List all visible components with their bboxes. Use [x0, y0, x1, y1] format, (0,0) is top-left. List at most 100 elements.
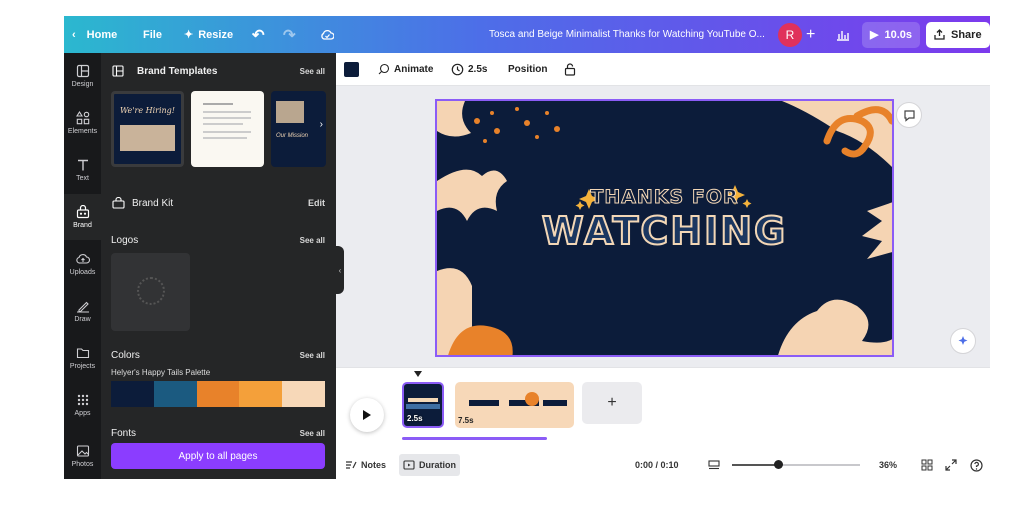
logos-see-all[interactable]: See all [300, 236, 325, 245]
animate-button[interactable]: Animate [377, 53, 433, 86]
cloud-saved-icon[interactable] [320, 16, 334, 53]
color-swatch[interactable] [282, 381, 325, 407]
grid-view-icon[interactable] [921, 454, 933, 476]
rail-uploads[interactable]: Uploads [64, 241, 101, 287]
zoom-percentage[interactable]: 36% [879, 454, 897, 476]
thumb-block [469, 400, 499, 406]
present-button[interactable]: ▶ 10.0s [862, 16, 920, 53]
templates-see-all[interactable]: See all [300, 67, 325, 76]
template-photo [276, 101, 304, 123]
thumb-block [543, 400, 567, 406]
page-2-duration: 7.5s [458, 416, 474, 425]
current-color [344, 62, 359, 77]
apps-grid-icon [77, 394, 88, 406]
zoom-slider-knob[interactable] [774, 460, 784, 469]
document-title[interactable]: Tosca and Beige Minimalist Thanks for Wa… [489, 16, 765, 53]
home-label: Home [86, 28, 118, 41]
play-button[interactable] [350, 398, 384, 432]
text-icon [77, 159, 88, 171]
play-icon [363, 410, 371, 420]
resize-button[interactable]: ✦ Resize [184, 16, 233, 53]
color-swatch[interactable] [196, 381, 240, 407]
file-label: File [143, 28, 162, 41]
rail-design[interactable]: Design [64, 53, 101, 99]
editor-window: ‹ Home File ✦ Resize ↶ ↷ Tosca and Beige… [64, 16, 990, 479]
logos-heading: Logos [111, 235, 139, 246]
cloud-upload-icon [75, 254, 90, 264]
rail-brand-label: Brand [73, 222, 92, 229]
insights-icon[interactable] [836, 16, 850, 53]
timeline: 2.5s 7.5s + Notes Duration 0:00 / 0:10 3… [336, 367, 990, 479]
collapse-panel-handle[interactable]: ‹ [336, 246, 344, 294]
playhead-marker[interactable] [414, 371, 422, 377]
template-hiring[interactable]: We're Hiring! [111, 91, 184, 167]
template-letter[interactable] [191, 91, 264, 167]
rail-photos[interactable]: Photos [64, 433, 101, 479]
colors-see-all[interactable]: See all [300, 351, 325, 360]
apply-to-all-pages-button[interactable]: Apply to all pages [111, 443, 325, 469]
rail-brand[interactable]: Brand [64, 194, 101, 240]
file-menu[interactable]: File [143, 16, 162, 53]
logo-mark [137, 277, 165, 305]
rail-text[interactable]: Text [64, 147, 101, 193]
color-swatch[interactable] [239, 381, 283, 407]
comment-add-icon[interactable] [896, 102, 922, 128]
chevron-right-icon[interactable]: › [320, 119, 323, 130]
playback-time: 0:00 / 0:10 [635, 460, 679, 470]
brand-kit-edit[interactable]: Edit [308, 198, 325, 208]
template-mission[interactable]: Our Mission › [271, 91, 326, 167]
brand-templates-heading: Brand Templates [137, 66, 218, 77]
home-button[interactable]: ‹ Home [72, 16, 117, 53]
duration-button[interactable]: 2.5s [451, 53, 487, 86]
rail-text-label: Text [76, 175, 89, 182]
help-icon[interactable] [970, 454, 983, 476]
rail-elements-label: Elements [67, 128, 98, 135]
slide-title-line1[interactable]: THANKS FOR [437, 186, 892, 209]
chevron-left-icon: ‹ [72, 28, 76, 41]
letter-line [203, 117, 251, 119]
page-thumbnail-1[interactable]: 2.5s [402, 382, 444, 428]
sparkle-icon: ✦ [184, 29, 194, 41]
share-button[interactable]: Share [926, 16, 990, 53]
rail-apps-label: Apps [74, 410, 91, 417]
slide-canvas[interactable]: THANKS FOR WATCHING [435, 99, 894, 357]
duration-toggle-label: Duration [419, 460, 456, 470]
rail-projects[interactable]: Projects [64, 335, 101, 381]
zoom-slider-track[interactable] [732, 460, 860, 469]
rail-draw[interactable]: Draw [64, 288, 101, 334]
rail-apps[interactable]: Apps [64, 382, 101, 428]
palette-name: Helyer's Happy Tails Palette [111, 368, 211, 377]
color-swatch-button[interactable] [344, 53, 359, 86]
undo-icon[interactable]: ↶ [252, 16, 265, 53]
position-button[interactable]: Position [508, 53, 547, 86]
add-page-button[interactable]: + [582, 382, 642, 424]
notes-label: Notes [361, 460, 387, 470]
animate-label: Animate [394, 64, 434, 75]
avatar-letter: R [778, 22, 802, 47]
page-view-icon[interactable] [708, 454, 720, 476]
slide-title-line2[interactable]: WATCHING [437, 208, 892, 254]
rail-elements[interactable]: Elements [64, 100, 101, 146]
duration-toggle[interactable]: Duration [399, 454, 460, 476]
fonts-see-all[interactable]: See all [300, 429, 325, 438]
redo-icon[interactable]: ↷ [283, 16, 296, 53]
play-icon: ▶ [870, 29, 879, 41]
thumb-text-bar [408, 398, 438, 402]
logo-tile[interactable] [111, 253, 190, 331]
lock-icon[interactable] [564, 53, 576, 86]
notes-button[interactable]: Notes [345, 454, 386, 476]
color-swatch[interactable] [111, 381, 154, 407]
fullscreen-icon[interactable] [945, 454, 957, 476]
folder-icon [76, 348, 89, 359]
page-thumbnail-2[interactable]: 7.5s [455, 382, 574, 428]
shapes-icon [75, 111, 89, 125]
timeline-progress-track [402, 437, 547, 440]
add-collaborator-button[interactable]: + [806, 16, 815, 53]
pen-icon [76, 301, 89, 313]
user-avatar[interactable]: R [778, 16, 802, 53]
color-swatch[interactable] [153, 381, 197, 407]
rail-uploads-label: Uploads [69, 269, 96, 276]
brand-kit-label[interactable]: Brand Kit [132, 198, 173, 209]
magic-assistant-icon[interactable] [950, 328, 976, 354]
brand-kit-icon [112, 197, 125, 209]
